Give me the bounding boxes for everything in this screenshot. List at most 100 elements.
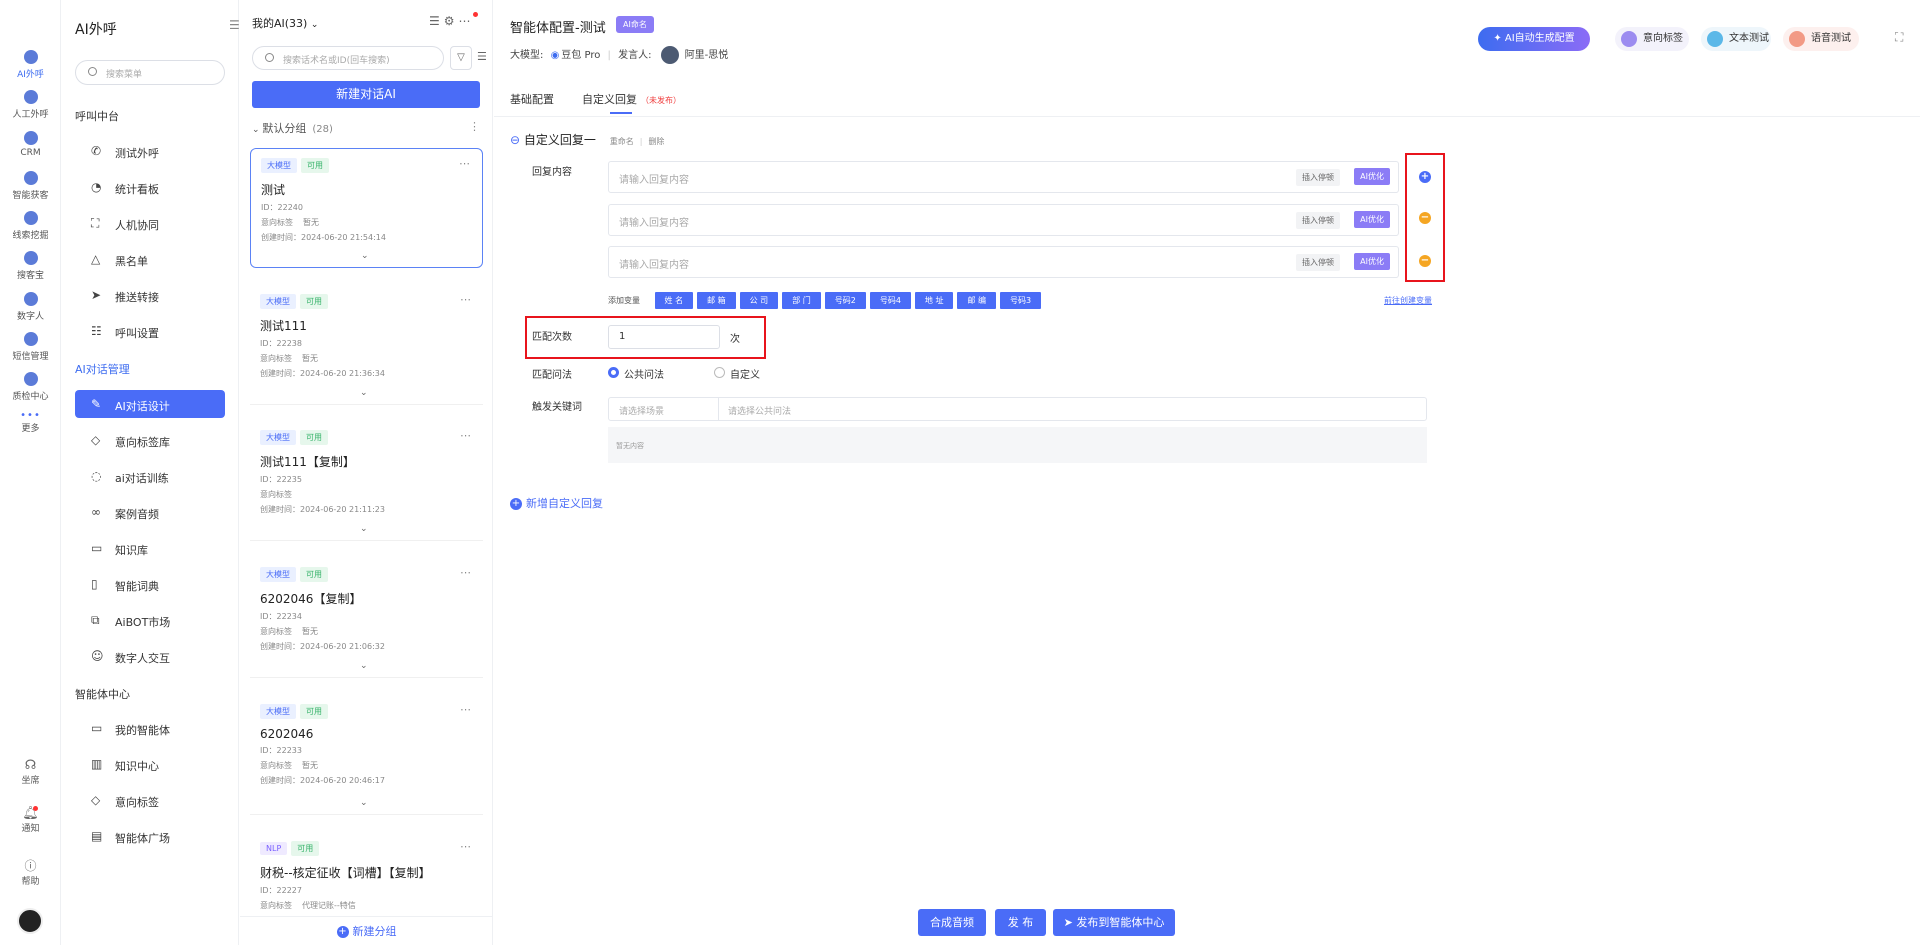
create-variable-link[interactable]: 前往创建变量 <box>1384 295 1432 306</box>
nav-item-ai-training[interactable]: ◌ ai对话训练 <box>75 462 225 490</box>
more-icon[interactable]: ⋯ <box>460 703 471 716</box>
insert-pause-button[interactable]: 插入停顿 <box>1296 212 1340 229</box>
scene-select[interactable]: 请选择场景 <box>619 404 664 417</box>
minus-circle-icon[interactable]: ⊖ <box>510 133 520 147</box>
var-button[interactable]: 号码2 <box>824 292 866 309</box>
menu-search-input[interactable]: 搜索菜单 <box>75 60 225 85</box>
more-icon[interactable]: ⋯ <box>460 566 471 579</box>
nav-item-intent-library[interactable]: ◇ 意向标签库 <box>75 426 225 454</box>
ai-name-button[interactable]: AI命名 <box>616 16 654 33</box>
nav-item-my-agents[interactable]: ▭ 我的智能体 <box>75 714 225 742</box>
synthesize-audio-button[interactable]: 合成音频 <box>918 909 986 936</box>
chevron-down-icon[interactable]: ⌄ <box>361 251 369 261</box>
rename-link[interactable]: 重命名 <box>610 137 634 146</box>
my-ai-dropdown[interactable]: 我的AI(33) ⌄ <box>252 15 318 31</box>
ai-card[interactable]: 大模型 可用 ⋯ 测试 ID：22240 意向标签 暂无 创建时间：2024-06-… <box>250 148 483 268</box>
nav-item-test-call[interactable]: ✆ 测试外呼 <box>75 137 225 165</box>
var-button[interactable]: 部 门 <box>782 292 821 309</box>
nav-item-knowledge-center[interactable]: ▥ 知识中心 <box>75 750 225 778</box>
ai-card[interactable]: NLP 可用 ⋯ 财税--核定征收【词槽】【复制】 ID：22227 意向标签 代理… <box>250 832 483 916</box>
ai-card[interactable]: 大模型 可用 ⋯ 6202046 ID：22233 意向标签 暂无 创建时间：202… <box>250 695 483 815</box>
list-menu-icon[interactable]: ☰ <box>477 50 487 63</box>
rail-item-seat[interactable]: ☊ 坐席 <box>0 758 61 786</box>
reply-input[interactable]: 请输入回复内容 插入停顿 AI优化 <box>608 161 1399 193</box>
reply-input[interactable]: 请输入回复内容 插入停顿 AI优化 <box>608 204 1399 236</box>
nav-item-intent-tags[interactable]: ◇ 意向标签 <box>75 786 225 814</box>
more-icon[interactable]: ⋯ <box>459 14 475 28</box>
more-icon[interactable]: ⋯ <box>460 293 471 306</box>
more-icon[interactable]: ⋯ <box>460 840 471 853</box>
delete-link[interactable]: 删除 <box>648 137 664 146</box>
var-button[interactable]: 邮 编 <box>957 292 997 309</box>
collapse-icon[interactable]: ☰ <box>229 18 240 32</box>
tab-basic-config[interactable]: 基础配置 <box>510 91 554 107</box>
rail-item-digital-human[interactable]: 数字人 <box>0 292 61 322</box>
nav-item-ai-design[interactable]: ✎ AI对话设计 <box>75 390 225 418</box>
var-button[interactable]: 姓 名 <box>654 292 694 309</box>
ai-card[interactable]: 大模型 可用 ⋯ 测试111【复制】 ID：22235 意向标签 创建时间：202… <box>250 421 483 541</box>
chevron-down-icon[interactable]: ⌄ <box>360 661 368 671</box>
ai-card[interactable]: 大模型 可用 ⋯ 测试111 ID：22238 意向标签 暂无 创建时间：2024-… <box>250 285 483 405</box>
rail-item-ai-call[interactable]: AI外呼 <box>0 43 61 83</box>
remove-reply-icon[interactable]: − <box>1419 255 1431 267</box>
text-test-button[interactable]: 文本测试 <box>1701 27 1771 51</box>
match-count-input[interactable]: 1 <box>608 325 720 349</box>
public-q-select[interactable]: 请选择公共问法 <box>728 404 791 417</box>
intent-tag-button[interactable]: 意向标签 <box>1615 27 1689 51</box>
more-icon[interactable]: ⋯ <box>459 157 470 170</box>
new-dialog-ai-button[interactable]: 新建对话AI <box>252 81 480 108</box>
insert-pause-button[interactable]: 插入停顿 <box>1296 254 1340 271</box>
publish-button[interactable]: 发 布 <box>995 909 1046 936</box>
var-button[interactable]: 邮 箱 <box>697 292 736 309</box>
ai-auto-config-button[interactable]: ✦ AI自动生成配置 <box>1478 27 1590 51</box>
var-button[interactable]: 公 司 <box>739 292 779 309</box>
reply-input[interactable]: 请输入回复内容 插入停顿 AI优化 <box>608 246 1399 278</box>
add-reply-icon[interactable]: + <box>1419 171 1431 183</box>
settings-icon[interactable]: ⚙ <box>444 14 459 28</box>
var-button[interactable]: 地 址 <box>914 292 954 309</box>
sort-icon[interactable]: ☰ <box>429 14 444 28</box>
var-button[interactable]: 号码3 <box>1000 292 1042 309</box>
nav-item-blacklist[interactable]: △ 黑名单 <box>75 245 225 273</box>
fullscreen-icon[interactable]: ⛶ <box>1895 30 1903 45</box>
remove-reply-icon[interactable]: − <box>1419 212 1431 224</box>
rail-item-clue[interactable]: 线索挖掘 <box>0 211 61 241</box>
new-group-button[interactable]: + 新建分组 <box>240 916 493 945</box>
chevron-down-icon[interactable]: ⌄ <box>360 524 368 534</box>
nav-item-knowledge[interactable]: ▭ 知识库 <box>75 534 225 562</box>
nav-item-push-transfer[interactable]: ➤ 推送转接 <box>75 281 225 309</box>
more-icon[interactable]: ⋯ <box>460 429 471 442</box>
nav-item-human-machine[interactable]: ⛶ 人机协同 <box>75 209 225 237</box>
rail-item-search-customer[interactable]: 搜客宝 <box>0 251 61 281</box>
more-vertical-icon[interactable]: ⋮ <box>469 120 480 133</box>
ai-optimize-button[interactable]: AI优化 <box>1354 168 1390 185</box>
radio-custom-q[interactable]: 自定义 <box>714 366 760 381</box>
nav-item-dashboard[interactable]: ◔ 统计看板 <box>75 173 225 201</box>
default-group-header[interactable]: ⌄ 默认分组 (28) ⋮ <box>252 120 480 136</box>
user-avatar[interactable] <box>17 908 43 934</box>
rail-item-sms[interactable]: 短信管理 <box>0 332 61 362</box>
nav-item-case-audio[interactable]: ∞ 案例音频 <box>75 498 225 526</box>
radio-public-q[interactable]: 公共问法 <box>608 366 664 381</box>
nav-item-agent-square[interactable]: ▤ 智能体广场 <box>75 822 225 850</box>
filter-icon[interactable]: ▽ <box>450 46 472 70</box>
tab-custom-reply[interactable]: 自定义回复 （未发布） <box>582 91 681 114</box>
var-button[interactable]: 号码4 <box>869 292 911 309</box>
insert-pause-button[interactable]: 插入停顿 <box>1296 169 1340 186</box>
ai-optimize-button[interactable]: AI优化 <box>1354 211 1390 228</box>
ai-optimize-button[interactable]: AI优化 <box>1354 253 1390 270</box>
ai-card[interactable]: 大模型 可用 ⋯ 6202046【复制】 ID：22234 意向标签 暂无 创建时间… <box>250 558 483 678</box>
rail-item-more[interactable]: ••• 更多 <box>0 410 61 434</box>
rail-item-manual-call[interactable]: 人工外呼 <box>0 90 61 120</box>
voice-test-button[interactable]: 语音测试 <box>1783 27 1859 51</box>
rail-item-help[interactable]: ⓘ 帮助 <box>0 857 61 887</box>
rail-item-inspection[interactable]: 质检中心 <box>0 372 61 402</box>
nav-item-digital-interact[interactable]: ☺ 数字人交互 <box>75 642 225 670</box>
add-custom-reply-button[interactable]: + 新增自定义回复 <box>510 495 603 511</box>
nav-item-dictionary[interactable]: ▯ 智能词典 <box>75 570 225 598</box>
rail-item-crm[interactable]: CRM <box>0 131 61 158</box>
chevron-down-icon[interactable]: ⌄ <box>360 798 368 808</box>
nav-item-aibot-market[interactable]: ⧉ AiBOT市场 <box>75 606 225 634</box>
ai-search-input[interactable]: 搜索话术名或ID(回车搜索) <box>252 46 444 70</box>
rail-item-notify[interactable]: 🔔︎ 通知 <box>0 806 61 834</box>
